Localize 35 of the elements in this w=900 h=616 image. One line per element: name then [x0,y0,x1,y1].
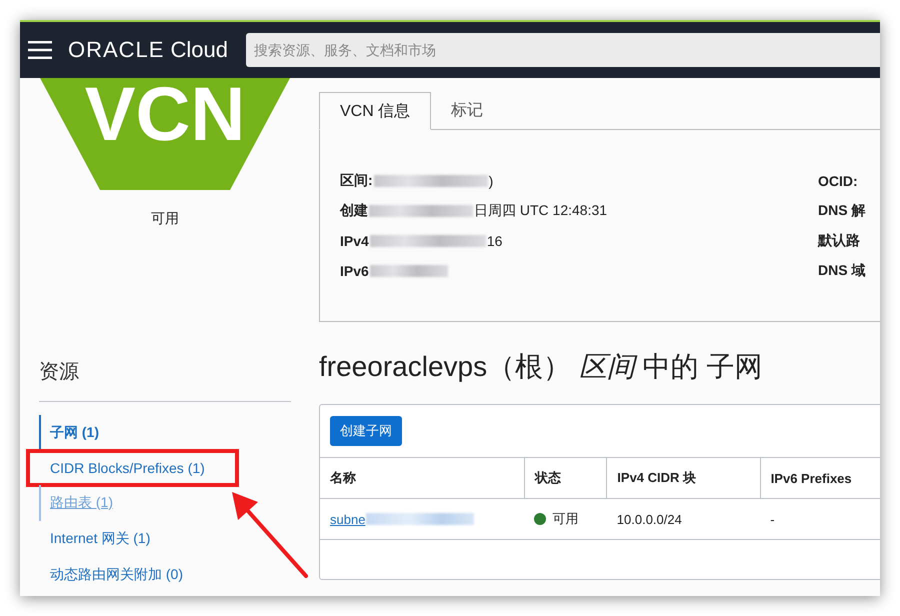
info-label: DNS 域 [818,262,866,280]
resource-link[interactable]: 子网 (1) [39,415,99,451]
tab[interactable]: 标记 [431,92,504,130]
tab[interactable]: VCN 信息 [319,92,432,130]
resources-title: 资源 [39,358,291,402]
column-header: 名称 [320,458,524,498]
info-label: 创建 [340,202,368,220]
info-value: 16 [486,233,502,249]
column-header: IPv6 Prefixes [760,458,880,498]
brand-logo[interactable]: ORACLE [68,37,164,63]
column-header: IPv4 CIDR 块 [606,458,760,498]
info-label: IPv6 [340,263,369,279]
menu-icon[interactable] [28,41,52,59]
section-heading: freeoraclevps（根） 区间 中的 子网 [319,350,764,384]
resource-link[interactable]: 动态路由网关附加 (0) [39,557,183,593]
create-subnet-button[interactable]: 创建子网 [330,416,402,446]
resource-link[interactable]: Internet 网关 (1) [39,521,150,557]
resource-link[interactable]: 路由表 (1) [39,485,113,521]
info-label: 默认路 [818,232,860,250]
resource-link[interactable]: CIDR Blocks/Prefixes (1) [39,451,205,485]
info-value: 日周四 UTC 12:48:31 [474,202,608,220]
column-header: 状态 [524,458,607,498]
info-label: OCID: [818,173,858,189]
table-cell: 10.0.0.0/24 [606,498,760,540]
search-field[interactable]: 搜索资源、服务、文档和市场 [246,33,880,67]
info-value: ) [488,173,494,189]
vcn-status: 可用 [150,210,180,228]
status-text: 可用 [552,510,578,528]
vcn-hexagon-icon: VCN [40,78,290,190]
info-label: 区间: [340,172,373,190]
info-label: IPv4 [340,233,369,249]
info-label: DNS 解 [818,202,866,220]
subnet-link[interactable]: subne [330,512,366,526]
table-cell: - [760,498,880,540]
product-name: Cloud [170,37,228,63]
